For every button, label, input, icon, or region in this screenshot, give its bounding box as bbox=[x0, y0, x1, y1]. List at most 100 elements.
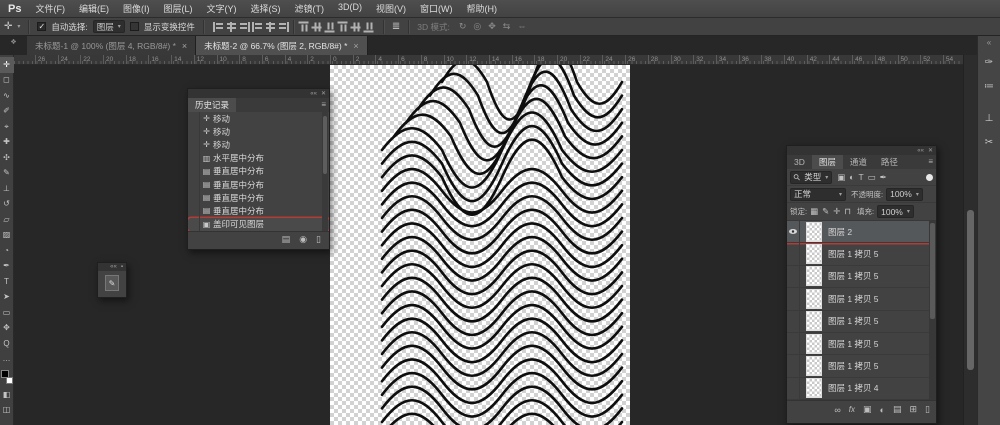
lock-position-icon[interactable]: ✛ bbox=[833, 206, 840, 217]
document-tab-1[interactable]: 未标题-1 @ 100% (图层 4, RGB/8#) * × bbox=[27, 36, 197, 55]
menu-item[interactable]: 图像(I) bbox=[123, 2, 150, 15]
pen-tool[interactable]: ✒ bbox=[0, 259, 14, 275]
marquee-tool[interactable]: ◻ bbox=[0, 73, 14, 89]
history-set-source-cell[interactable] bbox=[188, 204, 200, 218]
history-state-highlighted[interactable]: ▣ 盖印可见图层 bbox=[188, 217, 329, 231]
layer-row[interactable]: 图层 1 拷贝 5 bbox=[787, 243, 936, 266]
layer-row[interactable]: 图层 1 拷贝 5 bbox=[787, 288, 936, 311]
layer-visibility-cell[interactable] bbox=[787, 221, 800, 243]
layer-visibility-cell[interactable] bbox=[787, 310, 800, 332]
layer-row[interactable]: 图层 1 拷贝 5 bbox=[787, 332, 936, 356]
foreground-color-swatch[interactable] bbox=[0, 370, 9, 378]
opacity-dropdown[interactable]: 100% ▾ bbox=[886, 187, 923, 201]
dock-expand-icon[interactable]: « bbox=[987, 36, 991, 50]
auto-select-checkbox[interactable]: ✓ bbox=[37, 22, 47, 31]
mini-panel-icon[interactable]: ✎ bbox=[105, 275, 119, 291]
align-bottom-edges-icon[interactable] bbox=[277, 21, 289, 32]
document-vertical-scrollbar[interactable] bbox=[963, 55, 977, 425]
menu-item[interactable]: 视图(V) bbox=[376, 2, 406, 15]
close-panel-icon[interactable]: ✕ bbox=[321, 91, 326, 97]
tool-preset-dropdown-icon[interactable]: ▾ bbox=[17, 23, 20, 30]
menu-item[interactable]: 3D(D) bbox=[338, 2, 362, 15]
menu-item[interactable]: 窗口(W) bbox=[420, 2, 453, 15]
history-brush-tool[interactable]: ↺ bbox=[0, 197, 14, 213]
document-canvas[interactable] bbox=[330, 65, 630, 425]
collapse-panel-icon[interactable]: «« bbox=[310, 91, 317, 97]
layer-visibility-cell[interactable] bbox=[787, 288, 800, 310]
tab-通道[interactable]: 通道 bbox=[843, 155, 874, 169]
layer-mask-icon[interactable]: ▣ bbox=[863, 404, 872, 415]
tab-history[interactable]: 历史记录 bbox=[188, 98, 237, 112]
distribute-horizontal-centers-icon[interactable] bbox=[350, 21, 361, 32]
history-state[interactable]: ▤ 垂直居中分布 bbox=[188, 177, 329, 192]
history-set-source-cell[interactable] bbox=[188, 164, 200, 178]
scrollbar-thumb[interactable] bbox=[323, 116, 327, 174]
distribute-left-edges-icon[interactable] bbox=[337, 21, 348, 32]
close-panel-icon[interactable]: ▪ bbox=[121, 264, 123, 270]
auto-select-target-dropdown[interactable]: 图层 ▾ bbox=[92, 20, 125, 33]
type-tool[interactable]: T bbox=[0, 274, 14, 290]
history-state[interactable]: ▥ 水平居中分布 bbox=[188, 151, 329, 165]
auto-align-layers-icon[interactable]: ≣ bbox=[392, 21, 400, 32]
screen-mode-icon[interactable]: ◫ bbox=[0, 403, 14, 419]
new-document-from-state-icon[interactable]: ▤ bbox=[282, 234, 291, 245]
layer-row[interactable]: 图层 2 bbox=[787, 221, 936, 244]
history-state[interactable]: ✛ 移动 bbox=[188, 112, 329, 126]
new-snapshot-icon[interactable]: ◉ bbox=[299, 234, 307, 245]
lock-pixels-icon[interactable]: ✎ bbox=[822, 206, 829, 217]
collapse-panel-icon[interactable]: «« bbox=[917, 148, 924, 154]
layer-thumbnail[interactable] bbox=[806, 333, 822, 354]
layer-visibility-cell[interactable] bbox=[787, 355, 800, 377]
crop-tool[interactable]: ⌖ bbox=[0, 119, 14, 135]
show-transform-checkbox[interactable] bbox=[129, 22, 139, 31]
history-set-source-cell[interactable] bbox=[188, 112, 200, 126]
adjustment-filter-icon[interactable]: ◐ bbox=[849, 172, 854, 183]
history-state[interactable]: ✛ 移动 bbox=[188, 138, 329, 152]
panel-menu-icon[interactable]: ≡ bbox=[928, 157, 933, 166]
more-tools[interactable]: … bbox=[0, 352, 14, 368]
eyedropper-tool[interactable]: ✚ bbox=[0, 135, 14, 151]
brush-presets-panel-icon[interactable]: ≔ bbox=[984, 74, 994, 98]
gradient-tool[interactable]: ▨ bbox=[0, 228, 14, 244]
character-panel-icon[interactable]: ✂ bbox=[984, 130, 994, 154]
smart-object-filter-icon[interactable]: ✒ bbox=[880, 172, 887, 183]
move-tool-icon[interactable]: ✛ bbox=[4, 21, 12, 32]
layer-visibility-cell[interactable] bbox=[787, 377, 800, 400]
eraser-tool[interactable]: ▱ bbox=[0, 212, 14, 228]
scrollbar-thumb[interactable] bbox=[930, 223, 935, 319]
move-tool[interactable]: ✛ bbox=[0, 57, 14, 73]
color-swatches[interactable] bbox=[0, 369, 14, 387]
delete-layer-icon[interactable]: ▯ bbox=[925, 404, 930, 415]
layer-styles-icon[interactable]: fx bbox=[849, 405, 855, 414]
lasso-tool[interactable]: ∿ bbox=[0, 88, 14, 104]
shape-tool[interactable]: ▭ bbox=[0, 305, 14, 321]
filter-type-dropdown[interactable]: ⚲ 类型 ▾ bbox=[790, 170, 833, 184]
history-state[interactable]: ✛ 移动 bbox=[188, 125, 329, 139]
close-panel-icon[interactable]: ✕ bbox=[928, 148, 933, 154]
align-top-edges-icon[interactable] bbox=[251, 21, 263, 32]
clone-stamp-tool[interactable]: ⊥ bbox=[0, 181, 14, 197]
align-horizontal-centers-icon[interactable] bbox=[225, 21, 237, 32]
layer-group-icon[interactable]: ▤ bbox=[893, 404, 902, 415]
distribute-vertical-centers-icon[interactable] bbox=[311, 21, 322, 32]
history-set-source-cell[interactable] bbox=[188, 177, 200, 192]
menu-item[interactable]: 帮助(H) bbox=[466, 2, 497, 15]
history-set-source-cell[interactable] bbox=[188, 191, 200, 205]
scrollbar-thumb[interactable] bbox=[967, 210, 974, 370]
layer-visibility-cell[interactable] bbox=[787, 332, 800, 355]
menu-item[interactable]: 文字(Y) bbox=[206, 2, 236, 15]
layer-thumbnail[interactable] bbox=[806, 356, 822, 377]
history-state[interactable]: ▤ 垂直居中分布 bbox=[188, 204, 329, 218]
close-tab-icon[interactable]: × bbox=[182, 41, 187, 51]
collapsed-panel[interactable]: «« ▪ ✎ bbox=[97, 262, 127, 298]
layer-thumbnail[interactable] bbox=[806, 311, 822, 332]
quick-mask-icon[interactable]: ◧ bbox=[0, 387, 14, 403]
document-tab-2[interactable]: 未标题-2 @ 66.7% (图层 2, RGB/8#) * × bbox=[196, 36, 368, 55]
hand-tool[interactable]: ✥ bbox=[0, 321, 14, 337]
menu-item[interactable]: 图层(L) bbox=[163, 2, 192, 15]
delete-state-icon[interactable]: ▯ bbox=[316, 234, 321, 245]
menu-item[interactable]: 文件(F) bbox=[35, 2, 65, 15]
history-state[interactable]: ▤ 垂直居中分布 bbox=[188, 164, 329, 178]
shape-filter-icon[interactable]: ▭ bbox=[868, 172, 876, 183]
layer-row[interactable]: 图层 1 拷贝 4 bbox=[787, 377, 936, 400]
